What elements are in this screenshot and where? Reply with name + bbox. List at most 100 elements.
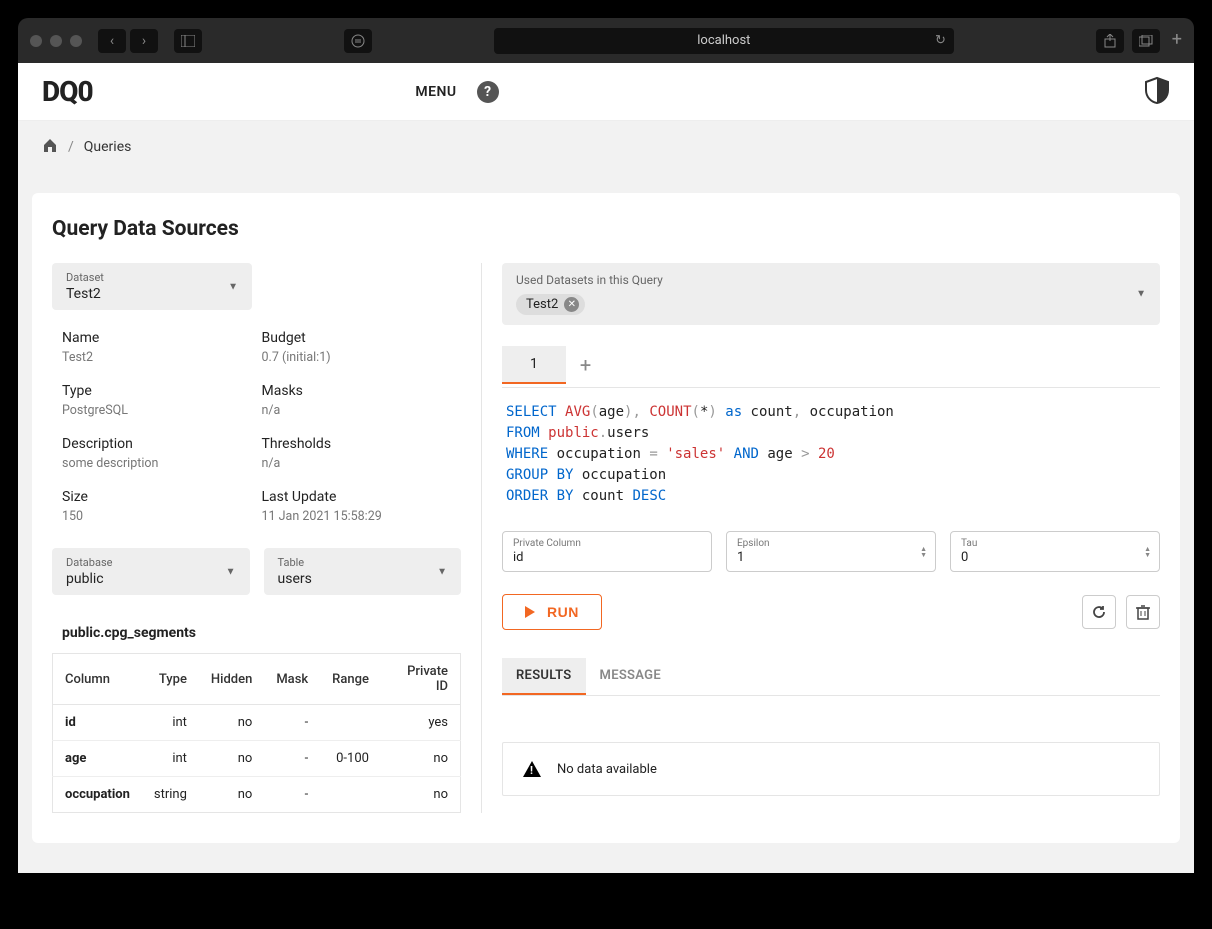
column-header: Private ID [381, 654, 461, 705]
query-tab[interactable]: 1 [502, 346, 566, 384]
address-bar[interactable]: localhost ↻ [494, 28, 954, 54]
param-value: 1 [737, 550, 925, 565]
dataset-metadata: NameTest2 Budget0.7 (initial:1) TypePost… [52, 330, 461, 524]
table-row: idintno- yes [53, 705, 461, 741]
dataset-value: Test2 [66, 286, 238, 302]
chip-remove-icon[interactable]: ✕ [564, 297, 579, 312]
query-tabs: 1 + [502, 343, 1160, 388]
dataset-label: Dataset [66, 271, 238, 284]
column-header: Type [142, 654, 199, 705]
table-label: Table [278, 556, 448, 569]
sidebar-toggle-icon[interactable] [174, 29, 202, 53]
table-cell [320, 777, 381, 813]
chevron-down-icon: ▼ [1136, 289, 1146, 300]
chevron-down-icon: ▼ [228, 281, 238, 292]
refresh-button[interactable] [1082, 595, 1116, 629]
meta-label: Masks [262, 383, 452, 399]
table-cell: int [142, 705, 199, 741]
table-cell: no [381, 777, 461, 813]
meta-value: some description [62, 456, 252, 471]
sql-editor[interactable]: SELECT AVG(age), COUNT(*) as count, occu… [502, 388, 1160, 531]
meta-value: 11 Jan 2021 15:58:29 [262, 509, 452, 524]
schema-table: ColumnTypeHiddenMaskRangePrivate ID idin… [52, 653, 461, 813]
spinner-icon[interactable]: ▲▼ [1144, 546, 1151, 558]
dataset-select[interactable]: Dataset Test2 ▼ [52, 263, 252, 310]
used-datasets-field[interactable]: Used Datasets in this Query Test2✕ ▼ [502, 263, 1160, 325]
logo: DQ0 [42, 75, 93, 108]
tau-field[interactable]: Tau 0 ▲▼ [950, 531, 1160, 572]
meta-label: Description [62, 436, 252, 452]
table-cell: - [264, 741, 320, 777]
table-row: occupationstringno-no [53, 777, 461, 813]
footer-chrome [18, 891, 1194, 909]
database-select[interactable]: Database public ▼ [52, 548, 250, 595]
tabs-icon[interactable] [1132, 29, 1160, 53]
table-cell: yes [381, 705, 461, 741]
meta-label: Size [62, 489, 252, 505]
tab-results[interactable]: RESULTS [502, 658, 586, 695]
spinner-icon[interactable]: ▲▼ [920, 546, 927, 558]
table-cell: - [264, 705, 320, 741]
column-header: Hidden [199, 654, 264, 705]
meta-label: Thresholds [262, 436, 452, 452]
table-cell [320, 705, 381, 741]
table-cell: age [53, 741, 142, 777]
meta-value: n/a [262, 403, 452, 418]
meta-value: 0.7 (initial:1) [262, 350, 452, 365]
back-button[interactable]: ‹ [98, 29, 126, 53]
table-cell: no [199, 777, 264, 813]
column-header: Range [320, 654, 381, 705]
close-dot[interactable] [30, 35, 42, 47]
epsilon-field[interactable]: Epsilon 1 ▲▼ [726, 531, 936, 572]
share-icon[interactable] [1096, 29, 1124, 53]
table-cell: occupation [53, 777, 142, 813]
table-cell: no [381, 741, 461, 777]
home-icon[interactable] [42, 137, 58, 157]
param-value: id [513, 550, 701, 565]
param-label: Epsilon [737, 538, 925, 549]
table-cell: no [199, 705, 264, 741]
meta-value: Test2 [62, 350, 252, 365]
no-data-text: No data available [557, 762, 657, 777]
new-tab-icon[interactable]: + [1172, 29, 1182, 53]
private-column-field[interactable]: Private Column id [502, 531, 712, 572]
tab-message[interactable]: MESSAGE [586, 658, 675, 695]
browser-chrome: ‹ › localhost ↻ + [18, 18, 1194, 63]
menu-link[interactable]: MENU [415, 84, 456, 100]
param-label: Private Column [513, 538, 701, 549]
refresh-icon[interactable]: ↻ [935, 33, 946, 48]
run-label: RUN [547, 604, 579, 620]
meta-value: PostgreSQL [62, 403, 252, 418]
play-icon [525, 606, 535, 618]
shield-icon[interactable] [1144, 76, 1170, 108]
chevron-down-icon: ▼ [226, 566, 236, 577]
window-controls [30, 35, 82, 47]
meta-value: 150 [62, 509, 252, 524]
reader-icon[interactable] [344, 29, 372, 53]
breadcrumb-current[interactable]: Queries [84, 139, 132, 155]
column-header: Column [53, 654, 142, 705]
chevron-down-icon: ▼ [437, 566, 447, 577]
param-value: 0 [961, 550, 1149, 565]
page-title: Query Data Sources [52, 217, 1160, 241]
result-tabs: RESULTS MESSAGE [502, 658, 1160, 696]
table-cell: id [53, 705, 142, 741]
delete-button[interactable] [1126, 595, 1160, 629]
table-cell: string [142, 777, 199, 813]
used-datasets-label: Used Datasets in this Query [516, 273, 1146, 287]
warning-icon [523, 761, 541, 777]
forward-button[interactable]: › [130, 29, 158, 53]
table-select[interactable]: Table users ▼ [264, 548, 462, 595]
run-button[interactable]: RUN [502, 594, 602, 630]
help-icon[interactable]: ? [477, 81, 499, 103]
table-cell: 0-100 [320, 741, 381, 777]
breadcrumb-sep: / [68, 139, 74, 155]
no-data-panel: No data available [502, 742, 1160, 796]
param-label: Tau [961, 538, 1149, 549]
add-query-tab[interactable]: + [566, 343, 605, 387]
min-dot[interactable] [50, 35, 62, 47]
max-dot[interactable] [70, 35, 82, 47]
schema-title: public.cpg_segments [52, 615, 461, 653]
table-cell: - [264, 777, 320, 813]
column-header: Mask [264, 654, 320, 705]
